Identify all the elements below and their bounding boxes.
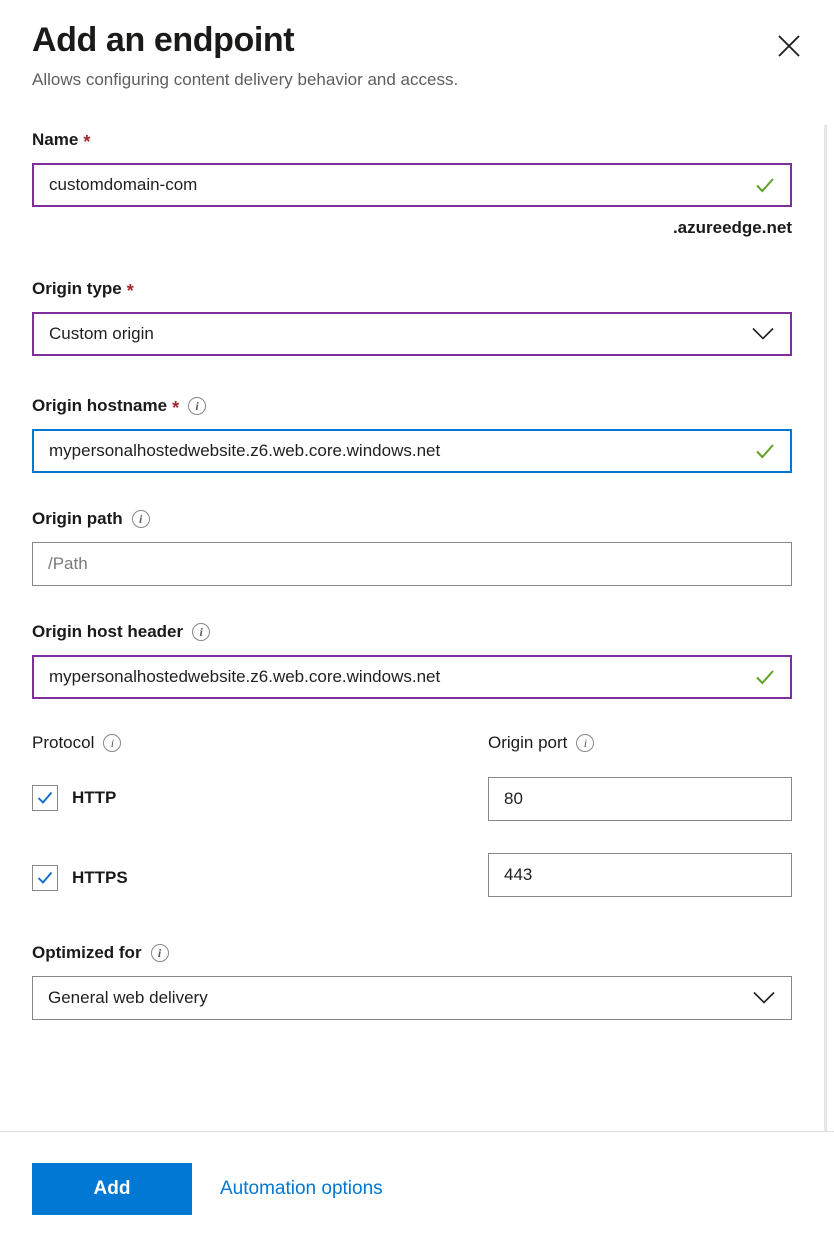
label-origin-host-header-text: Origin host header: [32, 622, 184, 641]
field-origin-path: Origin path i: [32, 507, 792, 586]
vertical-scrollbar[interactable]: [824, 125, 827, 1131]
blade-header: Add an endpoint Allows configuring conte…: [32, 18, 792, 92]
close-button[interactable]: [770, 27, 808, 65]
label-origin-type-text: Origin type: [32, 279, 122, 298]
origin-port-https-input[interactable]: [489, 854, 791, 896]
info-icon[interactable]: i: [576, 734, 595, 752]
origin-port-http-input[interactable]: [489, 778, 791, 820]
checkbox-https-label: HTTPS: [72, 868, 128, 887]
required-asterisk: *: [172, 398, 180, 418]
field-origin-hostname: Origin hostname * i: [32, 394, 792, 473]
automation-options-link[interactable]: Automation options: [220, 1178, 383, 1200]
label-optimized-for-text: Optimized for: [32, 943, 142, 962]
footer-divider: [0, 1131, 834, 1132]
info-icon[interactable]: i: [131, 510, 150, 528]
field-name: Name * .azureedge.net: [32, 128, 792, 239]
field-optimized-for: Optimized for i General web delivery: [32, 941, 792, 1020]
checkbox-http-label: HTTP: [72, 788, 117, 807]
optimized-for-value: General web delivery: [48, 988, 208, 1007]
origin-hostname-input-wrapper[interactable]: [32, 429, 792, 473]
name-input-wrapper[interactable]: [32, 163, 792, 207]
label-protocol-text: Protocol: [32, 733, 95, 752]
info-icon[interactable]: i: [150, 944, 169, 962]
name-input[interactable]: [34, 165, 790, 205]
info-icon[interactable]: i: [192, 623, 211, 641]
label-optimized-for: Optimized for i: [32, 941, 792, 965]
page-subtitle: Allows configuring content delivery beha…: [32, 70, 459, 89]
label-origin-hostname-text: Origin hostname: [32, 396, 168, 415]
checkmark-icon: [37, 791, 53, 804]
label-origin-port: Origin port i: [488, 731, 792, 755]
required-asterisk: *: [126, 281, 134, 301]
origin-type-select[interactable]: Custom origin: [32, 312, 792, 356]
info-icon[interactable]: i: [188, 397, 207, 415]
label-origin-path-text: Origin path: [32, 509, 123, 528]
endpoint-form: Name * .azureedge.net Origin type * Cust…: [32, 128, 792, 1020]
label-origin-path: Origin path i: [32, 507, 792, 531]
label-origin-hostname: Origin hostname * i: [32, 394, 792, 418]
origin-type-value: Custom origin: [49, 324, 154, 343]
origin-port-column: Origin port i: [488, 731, 792, 897]
checkbox-box[interactable]: [32, 785, 58, 811]
origin-path-input[interactable]: [33, 543, 791, 585]
page-title: Add an endpoint: [32, 21, 295, 59]
add-button[interactable]: Add: [32, 1163, 192, 1215]
checkmark-icon: [37, 871, 53, 884]
label-name: Name *: [32, 128, 792, 152]
label-origin-port-text: Origin port: [488, 733, 568, 752]
required-asterisk: *: [83, 132, 91, 152]
protocol-port-group: Protocol i HTTP HTTPS Origin port i 80 4…: [32, 731, 792, 897]
optimized-for-select[interactable]: General web delivery: [32, 976, 792, 1020]
field-origin-host-header: Origin host header i: [32, 620, 792, 699]
checkbox-box[interactable]: [32, 865, 58, 891]
blade-footer: Add Automation options: [32, 1163, 383, 1215]
add-endpoint-blade: Add an endpoint Allows configuring conte…: [0, 0, 834, 1236]
name-suffix: .azureedge.net: [672, 218, 792, 237]
info-icon[interactable]: i: [103, 734, 122, 752]
label-origin-host-header: Origin host header i: [32, 620, 792, 644]
close-icon: [778, 35, 800, 57]
label-origin-type: Origin type *: [32, 277, 792, 301]
origin-host-header-input-wrapper[interactable]: [32, 655, 792, 699]
label-name-text: Name: [32, 130, 79, 149]
origin-port-http-wrapper[interactable]: [488, 777, 792, 821]
origin-hostname-input[interactable]: [34, 431, 790, 471]
field-origin-type: Origin type * Custom origin: [32, 277, 792, 356]
origin-host-header-input[interactable]: [34, 657, 790, 697]
origin-path-input-wrapper[interactable]: [32, 542, 792, 586]
origin-port-https-wrapper[interactable]: [488, 853, 792, 897]
